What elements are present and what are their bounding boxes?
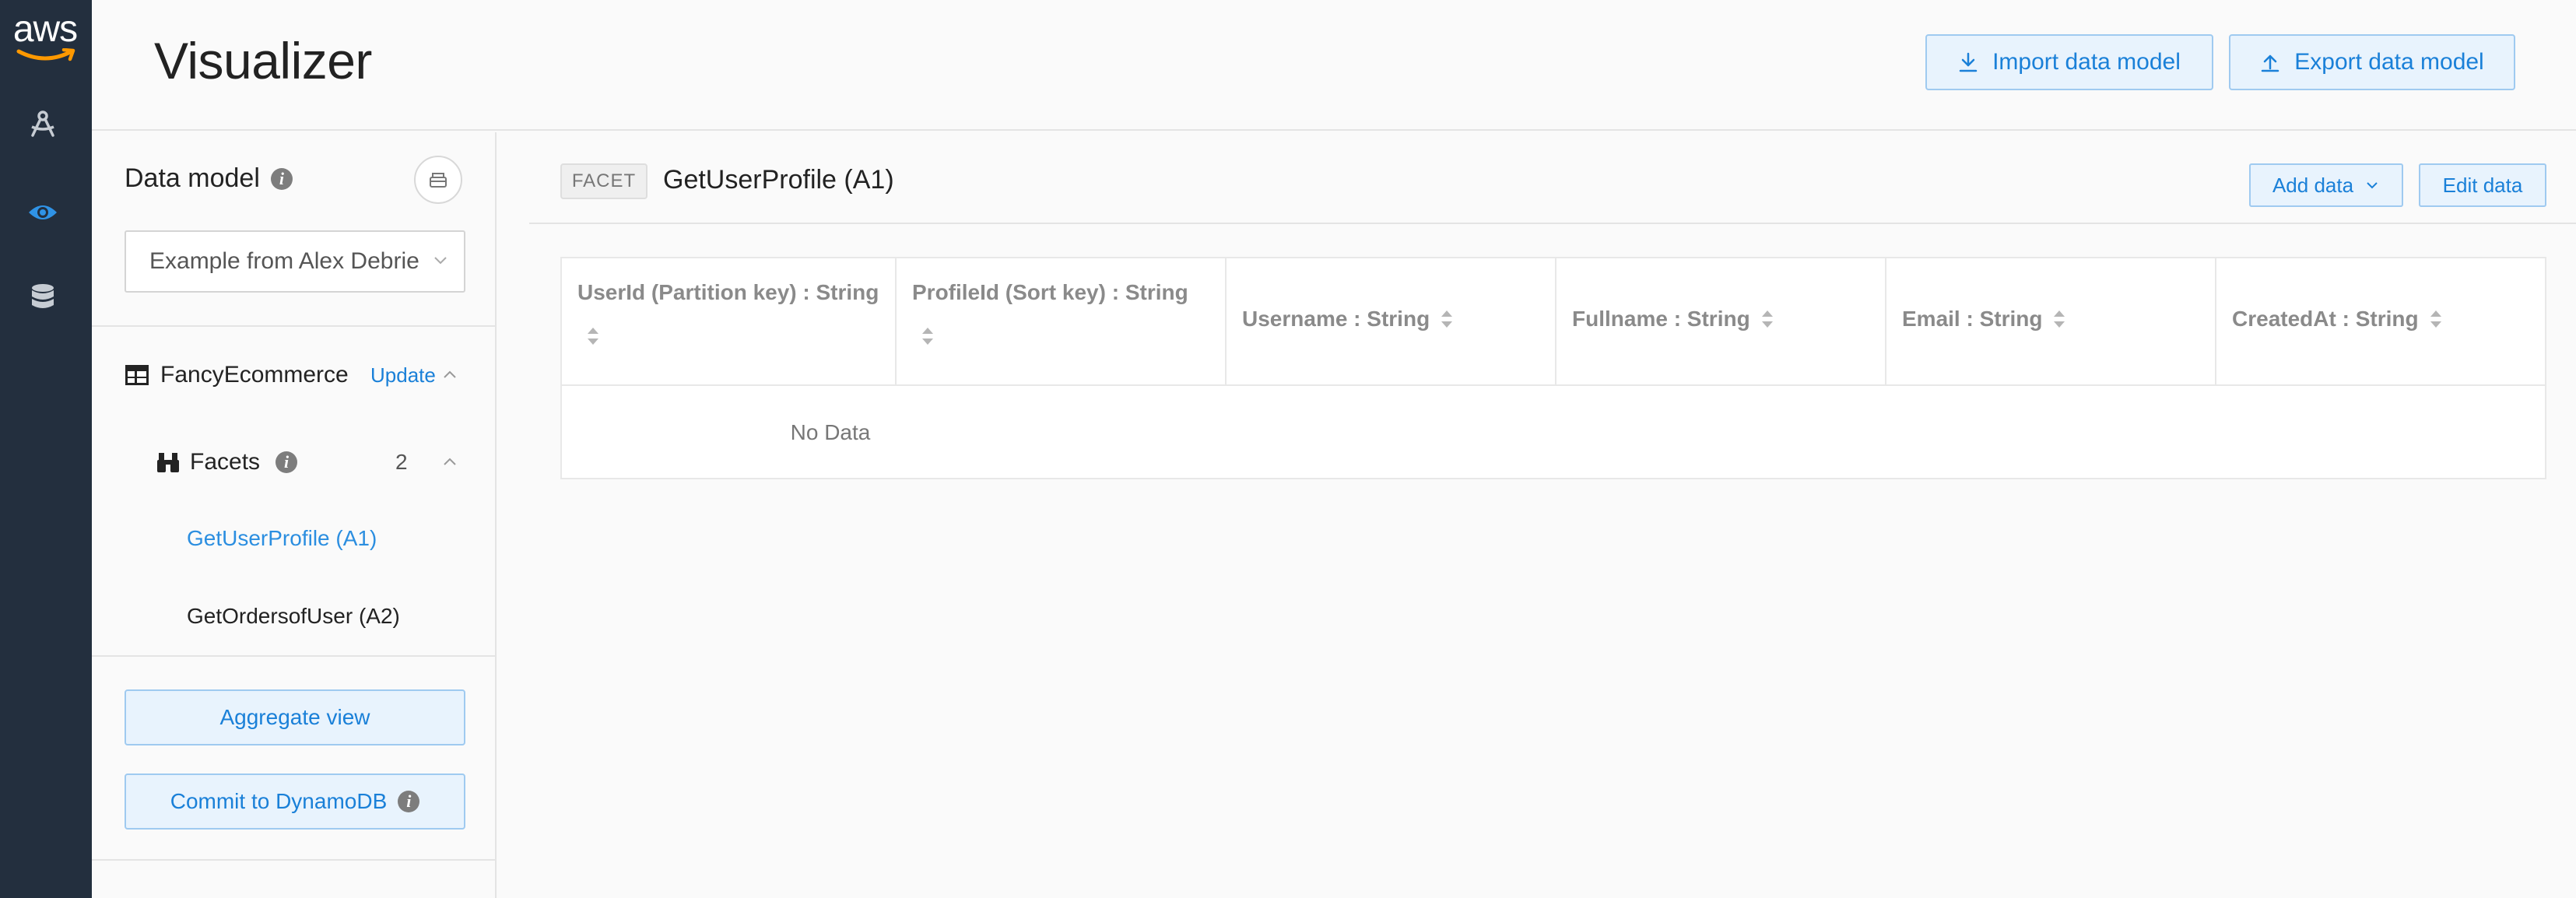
facet-title: GetUserProfile (A1): [663, 165, 894, 195]
empty-state: No Data: [790, 420, 871, 444]
page-header: Visualizer Import data model Export data…: [92, 0, 2576, 131]
column-label: CreatedAt : String: [2232, 307, 2419, 331]
commit-label: Commit to DynamoDB: [170, 789, 388, 813]
divider: [92, 325, 495, 327]
rail-item-operations[interactable]: [23, 279, 62, 317]
column-label: Email : String: [1902, 307, 2043, 331]
chevron-up-icon[interactable]: [440, 453, 459, 472]
column-header-profileid[interactable]: ProfileId (Sort key) : String: [897, 258, 1227, 386]
column-label: UserId (Partition key) : String: [577, 280, 879, 304]
sort-icon[interactable]: [920, 325, 935, 347]
column-header-email[interactable]: Email : String: [1886, 258, 2216, 386]
data-model-select-value: Example from Alex Debrie (r: [149, 248, 426, 274]
facets-group[interactable]: Facets i 2: [156, 445, 467, 479]
data-model-select[interactable]: Example from Alex Debrie (r: [125, 230, 465, 293]
column-label: ProfileId (Sort key) : String: [912, 280, 1188, 304]
add-data-label: Add data: [2272, 173, 2354, 197]
sort-icon[interactable]: [1439, 308, 1455, 330]
table-item-fancyecommerce[interactable]: FancyEcommerce Update: [125, 358, 467, 392]
aggregate-label: Aggregate view: [219, 705, 370, 729]
facet-item-getuserprofile[interactable]: GetUserProfile (A1): [187, 526, 377, 551]
column-header-username[interactable]: Username : String: [1227, 258, 1556, 386]
collapse-panel-button[interactable]: [414, 156, 462, 204]
column-header-createdat[interactable]: CreatedAt : String: [2216, 258, 2545, 386]
facet-item-getordersofuser[interactable]: GetOrdersofUser (A2): [187, 604, 400, 629]
add-data-button[interactable]: Add data: [2249, 163, 2403, 207]
facets-label: Facets: [190, 449, 261, 475]
info-icon[interactable]: i: [270, 167, 293, 190]
aggregate-view-button[interactable]: Aggregate view: [125, 689, 465, 745]
sort-icon[interactable]: [585, 325, 601, 347]
column-label: Fullname : String: [1572, 307, 1750, 331]
export-label: Export data model: [2294, 49, 2484, 75]
rail-item-modeler[interactable]: [23, 104, 62, 143]
aws-logo[interactable]: aws: [8, 11, 82, 62]
edit-data-button[interactable]: Edit data: [2419, 163, 2546, 207]
table-icon: [125, 365, 149, 385]
column-header-userid[interactable]: UserId (Partition key) : String: [562, 258, 897, 386]
divider: [92, 655, 495, 657]
table-name: FancyEcommerce: [160, 362, 349, 388]
database-icon: [32, 284, 54, 308]
logo-text: aws: [12, 9, 78, 50]
update-link[interactable]: Update: [370, 363, 436, 388]
download-icon: [1959, 52, 1978, 72]
smile-arrow-icon: [16, 47, 75, 61]
data-model-label: Data model: [125, 163, 260, 193]
table-header: UserId (Partition key) : String ProfileI…: [562, 258, 2545, 386]
info-icon[interactable]: i: [275, 451, 298, 473]
chevron-up-icon[interactable]: [440, 366, 459, 384]
info-icon: i: [398, 791, 420, 812]
facet-tag: FACET: [560, 163, 648, 199]
data-table: UserId (Partition key) : String ProfileI…: [560, 257, 2546, 479]
data-model-heading: Data model i: [125, 163, 293, 194]
chevron-down-icon: [434, 257, 447, 265]
eye-icon: [29, 205, 57, 219]
sort-icon[interactable]: [2428, 308, 2444, 330]
facets-count: 2: [395, 450, 408, 474]
export-data-model-button[interactable]: Export data model: [2229, 34, 2515, 90]
column-label: Username : String: [1242, 307, 1430, 331]
chevron-down-icon: [2367, 182, 2378, 189]
sort-icon[interactable]: [1760, 308, 1775, 330]
sort-icon[interactable]: [2051, 308, 2067, 330]
nav-rail: aws: [0, 0, 92, 898]
edit-data-label: Edit data: [2442, 173, 2523, 197]
import-label: Import data model: [1992, 49, 2181, 75]
commit-to-dynamodb-button[interactable]: Commit to DynamoDB i: [125, 773, 465, 830]
binoculars-icon: [157, 453, 179, 472]
data-model-panel: Data model i Example from Alex Debrie (r…: [92, 132, 497, 898]
page-title: Visualizer: [154, 32, 372, 89]
column-header-fullname[interactable]: Fullname : String: [1556, 258, 1886, 386]
rail-item-visualizer[interactable]: [23, 193, 62, 232]
archive-icon: [430, 173, 447, 188]
import-data-model-button[interactable]: Import data model: [1925, 34, 2213, 90]
compass-icon: [31, 110, 54, 137]
divider: [529, 223, 2576, 224]
upload-icon: [2262, 54, 2279, 72]
divider: [92, 859, 495, 861]
